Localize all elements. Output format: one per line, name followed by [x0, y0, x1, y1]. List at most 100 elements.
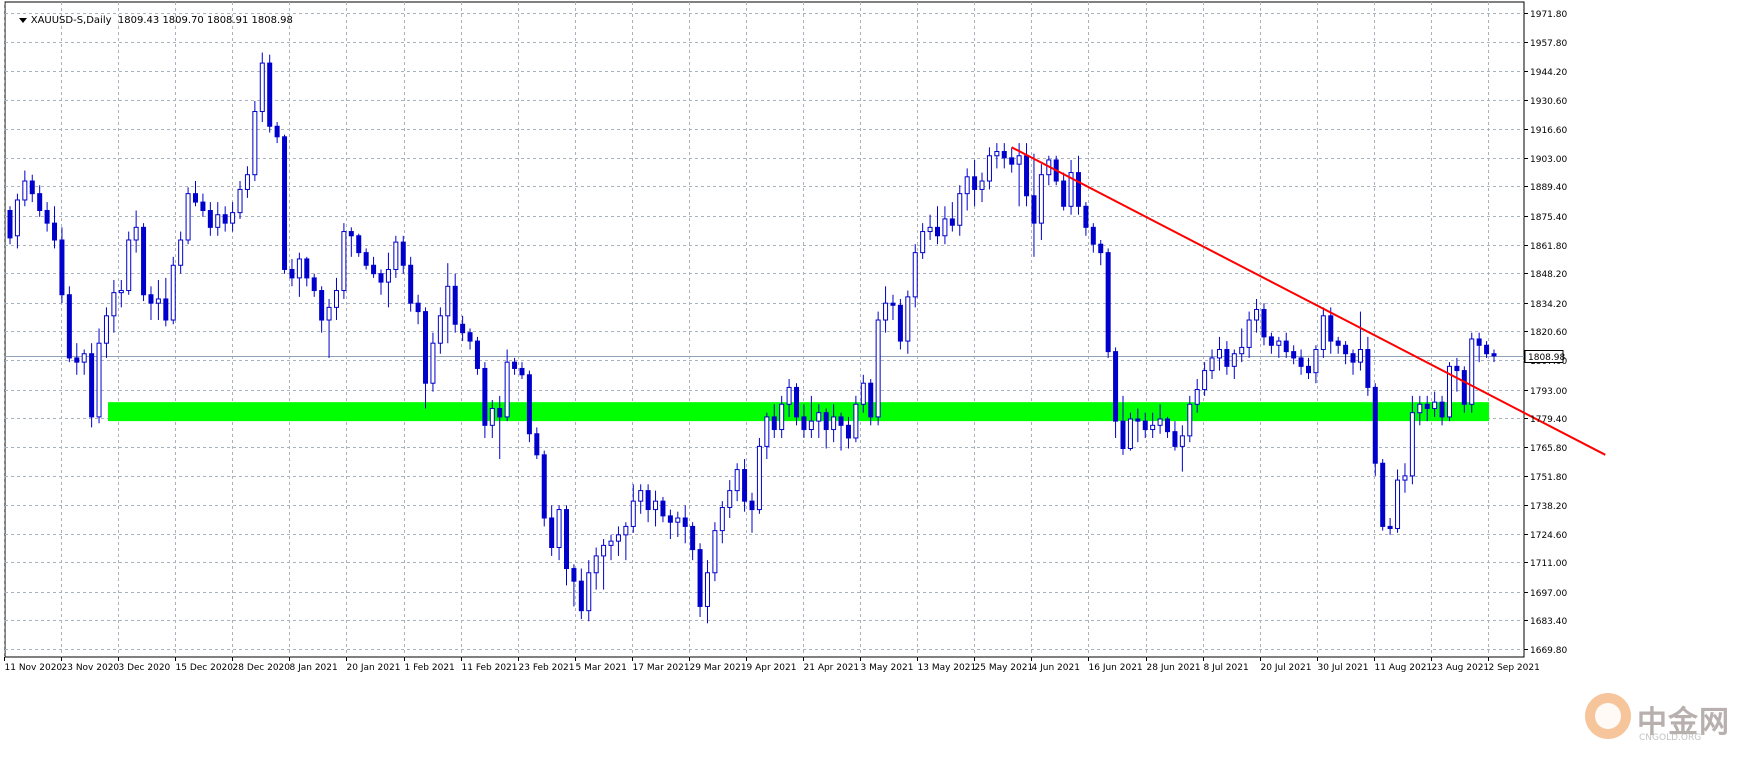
candle-body [512, 361, 518, 369]
x-tick-label: 3 Dec 2020 [119, 663, 171, 673]
candle [170, 256, 176, 325]
candle-body [126, 239, 132, 292]
candle [126, 231, 132, 295]
candle-body [1031, 195, 1037, 224]
candle [408, 256, 414, 312]
y-tick-label: 1724.60 [1530, 531, 1567, 541]
candle-body [638, 490, 644, 502]
x-tick-label: 4 Jun 2021 [1032, 663, 1080, 673]
candle-body [460, 323, 466, 334]
candle-body [1016, 155, 1022, 165]
candle-body [1239, 346, 1245, 355]
candle-body [734, 469, 740, 492]
candle-body [155, 298, 161, 304]
candle-body [178, 239, 184, 266]
candle-body [727, 490, 733, 508]
candle-body [230, 212, 236, 224]
candle-body [1291, 351, 1297, 359]
current-price-label: 1808.98 [1528, 353, 1565, 363]
candle-body [341, 231, 347, 292]
watermark-sub: CNGOLD.ORG [1639, 733, 1702, 743]
candle [526, 370, 532, 443]
y-tick-label: 1903.00 [1530, 155, 1567, 165]
candle-body [794, 386, 800, 418]
candle-body [89, 353, 95, 418]
candle-body [1090, 226, 1096, 245]
candle-body [1187, 403, 1193, 437]
candle-body [356, 235, 362, 254]
candle-body [1395, 479, 1401, 530]
candle-body [905, 296, 911, 342]
candle-body [853, 403, 859, 439]
candle-body [215, 214, 221, 228]
candle-body [274, 125, 280, 138]
candle-body [816, 412, 822, 422]
candle-body [1135, 418, 1141, 422]
current-price-tag: 1808.98 [1524, 350, 1565, 363]
candle-body [348, 231, 354, 237]
candle-body [1202, 370, 1208, 391]
dropdown-triangle-icon[interactable] [18, 17, 27, 23]
candle-body [675, 517, 681, 523]
candle-body [1127, 418, 1133, 449]
y-tick-label: 1669.80 [1530, 646, 1567, 656]
candle-body [103, 315, 109, 344]
candle-body [474, 340, 480, 369]
candle-body [1328, 315, 1334, 342]
candle-body [1216, 349, 1222, 359]
price-chart[interactable]: 1971.80 1957.80 1944.20 1930.60 1916.60 1903.… [0, 0, 1744, 766]
candle-body [296, 258, 302, 279]
candle-body [1306, 365, 1311, 374]
candle-body [1194, 389, 1200, 405]
y-tick-label: 1683.40 [1530, 617, 1567, 627]
chart-canvas[interactable]: 1971.80 1957.80 1944.20 1930.60 1916.60 1903.… [0, 0, 1744, 766]
candle-body [408, 264, 414, 304]
candle [1469, 332, 1475, 413]
candle-body [653, 500, 659, 511]
candle-body [14, 199, 20, 237]
candle-body [541, 454, 547, 519]
x-tick-label: 21 Apr 2021 [804, 663, 860, 673]
candle-body [1439, 401, 1445, 418]
candle-body [1283, 340, 1289, 353]
candle-body [1157, 418, 1163, 426]
candle-body [304, 258, 310, 279]
candle-body [1083, 205, 1089, 228]
candle-body [593, 555, 599, 574]
x-tick-label: 23 Feb 2021 [519, 663, 575, 673]
candle-body [1276, 340, 1282, 346]
candle-body [860, 382, 866, 405]
x-tick-label: 15 Dec 2020 [176, 663, 234, 673]
x-tick-label: 23 Aug 2021 [1432, 663, 1490, 673]
candle-body [1424, 403, 1430, 409]
candle-body [445, 285, 451, 317]
candle-body [244, 174, 250, 190]
candle-body [845, 424, 851, 439]
candle-body [259, 62, 265, 113]
candle-body [519, 367, 525, 376]
candle-body [897, 304, 903, 342]
candle-body [1009, 157, 1015, 165]
candle-body [430, 342, 436, 384]
candle-body [437, 315, 443, 344]
candle [1105, 248, 1111, 358]
candle-body [319, 290, 325, 321]
y-tick-label: 1793.00 [1530, 387, 1567, 397]
x-tick-label: 5 Mar 2021 [576, 663, 627, 673]
candle-body [742, 469, 748, 502]
y-tick-label: 1916.60 [1530, 126, 1567, 136]
y-tick-label: 1765.80 [1530, 444, 1567, 454]
candle-body [564, 509, 569, 570]
candle-body [378, 273, 384, 283]
candle-body [52, 222, 58, 241]
ohlc-values: 1809.43 1809.70 1808.91 1808.98 [117, 15, 293, 26]
x-tick-label: 28 Jun 2021 [1147, 663, 1201, 673]
candle-body [1224, 349, 1230, 367]
candle-body [682, 517, 688, 527]
candle-body [467, 332, 473, 342]
candle-body [979, 180, 985, 190]
candle-body [59, 239, 65, 296]
candle-body [482, 367, 488, 426]
candle-body [601, 544, 607, 557]
y-tick-label: 1711.00 [1530, 559, 1567, 569]
